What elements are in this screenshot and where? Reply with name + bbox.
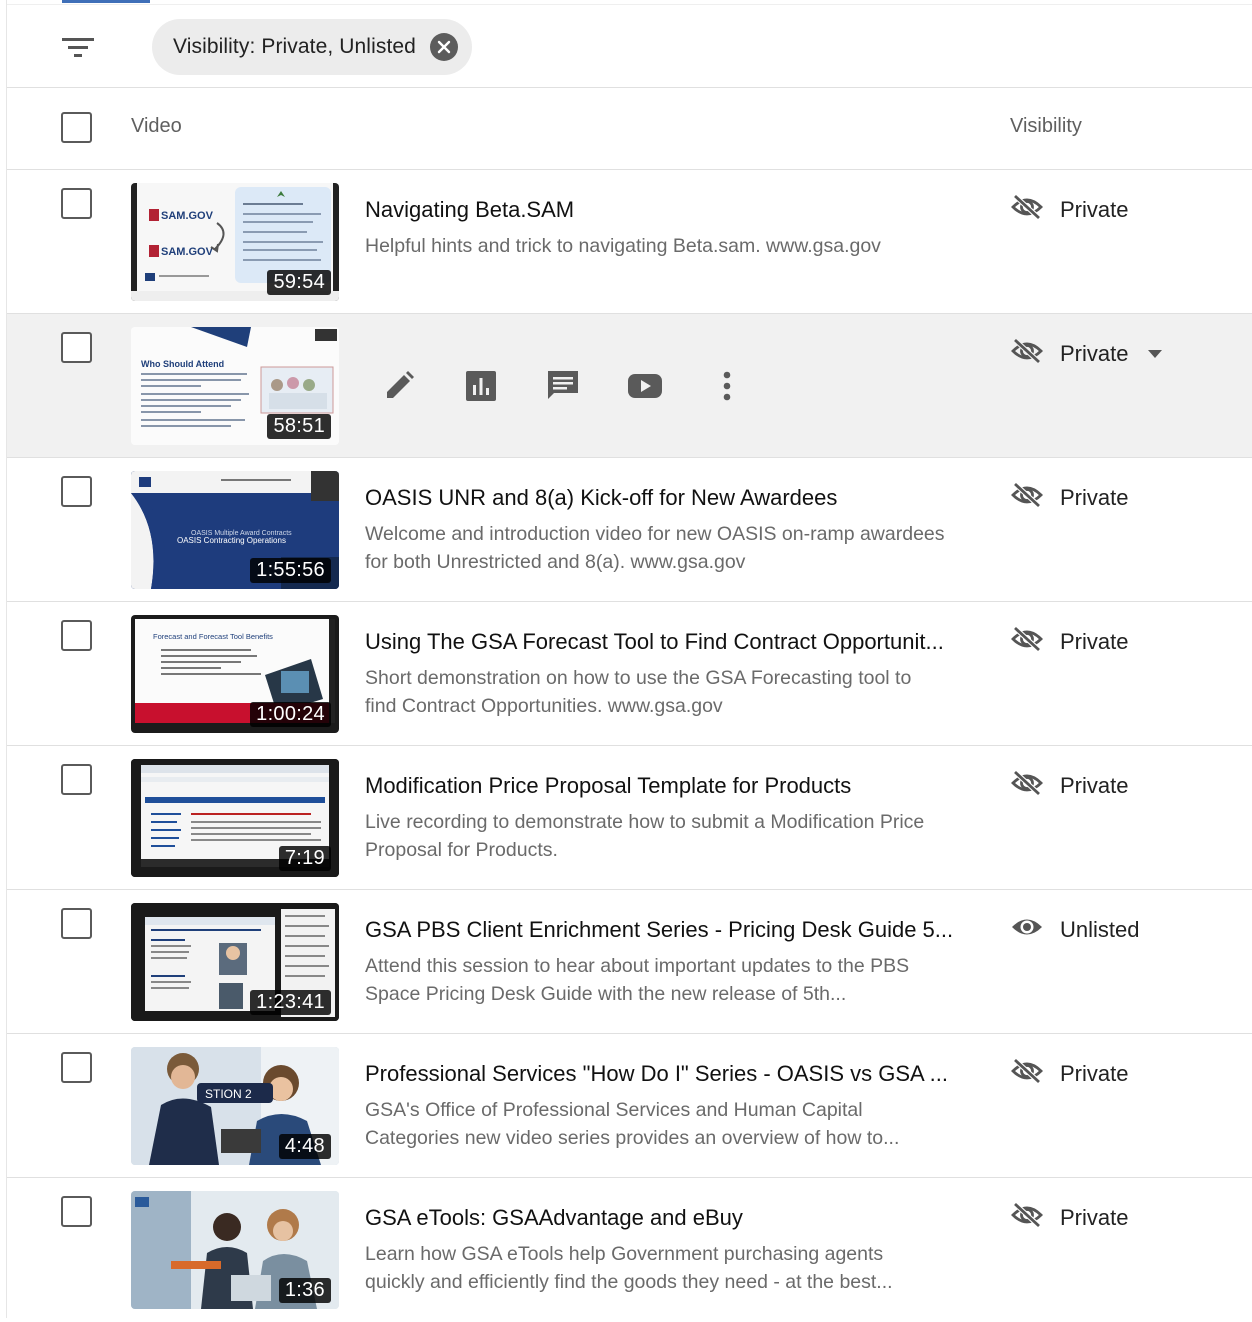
row-checkbox[interactable]	[61, 908, 92, 939]
row-action-bar	[379, 366, 789, 406]
active-tab-indicator	[62, 0, 150, 3]
visibility-off-icon	[1010, 194, 1044, 225]
eye-icon	[1010, 914, 1044, 945]
row-checkbox[interactable]	[61, 188, 92, 219]
svg-text:SAM.GOV: SAM.GOV	[161, 246, 214, 258]
visibility-off-icon	[1010, 626, 1044, 657]
video-thumbnail[interactable]: 1:23:41	[131, 903, 339, 1021]
video-duration: 1:36	[278, 1278, 331, 1303]
table-header: Video Visibility	[7, 88, 1252, 170]
svg-text:Forecast and Forecast Tool Ben: Forecast and Forecast Tool Benefits	[153, 632, 273, 641]
visibility-label: Private	[1060, 1060, 1129, 1086]
video-title[interactable]: GSA eTools: GSAAdvantage and eBuy	[365, 1205, 743, 1231]
visibility-status[interactable]: Private	[1010, 482, 1128, 513]
svg-text:OASIS Contracting Operations: OASIS Contracting Operations	[177, 536, 286, 545]
youtube-play-icon[interactable]	[625, 366, 665, 406]
visibility-off-icon	[1010, 1202, 1044, 1233]
video-description: Attend this session to hear about import…	[365, 955, 910, 1005]
table-row[interactable]: SAM.GOV SAM.GOV 59:54 Navigating Beta.SA…	[7, 170, 1252, 314]
row-checkbox[interactable]	[61, 620, 92, 651]
filter-bar: Visibility: Private, Unlisted	[7, 4, 1252, 88]
row-checkbox[interactable]	[61, 764, 92, 795]
select-all-checkbox[interactable]	[61, 112, 92, 143]
close-circle-icon[interactable]	[429, 33, 458, 61]
svg-text:SAM.GOV: SAM.GOV	[161, 210, 214, 222]
table-row[interactable]: 1:23:41 GSA PBS Client Enrichment Series…	[7, 890, 1252, 1034]
more-vert-icon[interactable]	[707, 366, 747, 406]
video-duration: 58:51	[267, 414, 331, 439]
video-thumbnail[interactable]: Who Should Attend 58:51	[131, 327, 339, 445]
visibility-label: Private	[1060, 628, 1129, 654]
analytics-icon[interactable]	[461, 366, 501, 406]
svg-text:Who Should Attend: Who Should Attend	[141, 359, 224, 369]
video-duration: 1:00:24	[250, 702, 331, 727]
pencil-icon[interactable]	[379, 366, 419, 406]
visibility-label: Private	[1060, 1204, 1129, 1230]
visibility-status[interactable]: Private	[1010, 194, 1128, 225]
video-description: Learn how GSA eTools help Government pur…	[365, 1243, 893, 1293]
visibility-label: Private	[1060, 340, 1129, 366]
video-description: Helpful hints and trick to navigating Be…	[365, 235, 881, 257]
filter-chip-visibility[interactable]: Visibility: Private, Unlisted	[152, 19, 472, 75]
video-title[interactable]: Using The GSA Forecast Tool to Find Cont…	[365, 629, 944, 655]
video-duration: 1:23:41	[250, 990, 331, 1015]
visibility-label: Unlisted	[1060, 916, 1140, 942]
video-description: Short demonstration on how to use the GS…	[365, 667, 912, 717]
column-header-video[interactable]: Video	[131, 115, 182, 138]
video-duration: 4:48	[278, 1134, 331, 1159]
visibility-status[interactable]: Private	[1010, 1058, 1128, 1089]
video-title[interactable]: GSA PBS Client Enrichment Series - Prici…	[365, 917, 953, 943]
visibility-off-icon	[1010, 338, 1044, 369]
table-row[interactable]: OASIS Multiple Award Contracts OASIS Con…	[7, 458, 1252, 602]
column-header-visibility[interactable]: Visibility	[1010, 115, 1082, 138]
video-title[interactable]: OASIS UNR and 8(a) Kick-off for New Awar…	[365, 485, 837, 511]
filter-chip-label: Visibility: Private, Unlisted	[173, 35, 416, 58]
visibility-label: Private	[1060, 196, 1129, 222]
row-checkbox[interactable]	[61, 476, 92, 507]
visibility-off-icon	[1010, 1058, 1044, 1089]
table-row[interactable]: Forecast and Forecast Tool Benefits 1:00…	[7, 602, 1252, 746]
video-description: Welcome and introduction video for new O…	[365, 523, 945, 573]
visibility-dropdown[interactable]: Private	[1010, 338, 1163, 369]
video-thumbnail[interactable]: STION 2 4:48	[131, 1047, 339, 1165]
chevron-down-icon[interactable]	[1148, 345, 1163, 363]
svg-text:STION 2: STION 2	[205, 1087, 252, 1101]
video-duration: 1:55:56	[250, 558, 331, 583]
video-duration: 7:19	[278, 846, 331, 871]
video-thumbnail[interactable]: 7:19	[131, 759, 339, 877]
video-thumbnail[interactable]: Forecast and Forecast Tool Benefits 1:00…	[131, 615, 339, 733]
table-row[interactable]: Who Should Attend 58:51 Private	[7, 314, 1252, 458]
visibility-status[interactable]: Unlisted	[1010, 914, 1139, 945]
row-checkbox[interactable]	[61, 1196, 92, 1227]
visibility-off-icon	[1010, 482, 1044, 513]
visibility-label: Private	[1060, 484, 1129, 510]
visibility-label: Private	[1060, 772, 1129, 798]
table-row[interactable]: 1:36 GSA eTools: GSAAdvantage and eBuy L…	[7, 1178, 1252, 1322]
comments-icon[interactable]	[543, 366, 583, 406]
row-checkbox[interactable]	[61, 1052, 92, 1083]
video-description: GSA's Office of Professional Services an…	[365, 1099, 900, 1149]
content-list: Visibility: Private, Unlisted Video Visi…	[0, 0, 1252, 1318]
video-title[interactable]: Modification Price Proposal Template for…	[365, 773, 851, 799]
table-row[interactable]: STION 2 4:48 Professional Services "How …	[7, 1034, 1252, 1178]
visibility-off-icon	[1010, 770, 1044, 801]
filter-list-icon[interactable]	[61, 33, 95, 61]
video-title[interactable]: Professional Services "How Do I" Series …	[365, 1061, 948, 1087]
row-checkbox[interactable]	[61, 332, 92, 363]
video-thumbnail[interactable]: SAM.GOV SAM.GOV 59:54	[131, 183, 339, 301]
video-title[interactable]: Navigating Beta.SAM	[365, 197, 574, 223]
visibility-status[interactable]: Private	[1010, 1202, 1128, 1233]
video-description: Live recording to demonstrate how to sub…	[365, 811, 925, 861]
video-thumbnail[interactable]: 1:36	[131, 1191, 339, 1309]
table-row[interactable]: 7:19 Modification Price Proposal Templat…	[7, 746, 1252, 890]
visibility-status[interactable]: Private	[1010, 626, 1128, 657]
visibility-status[interactable]: Private	[1010, 770, 1128, 801]
video-thumbnail[interactable]: OASIS Multiple Award Contracts OASIS Con…	[131, 471, 339, 589]
video-duration: 59:54	[267, 270, 331, 295]
